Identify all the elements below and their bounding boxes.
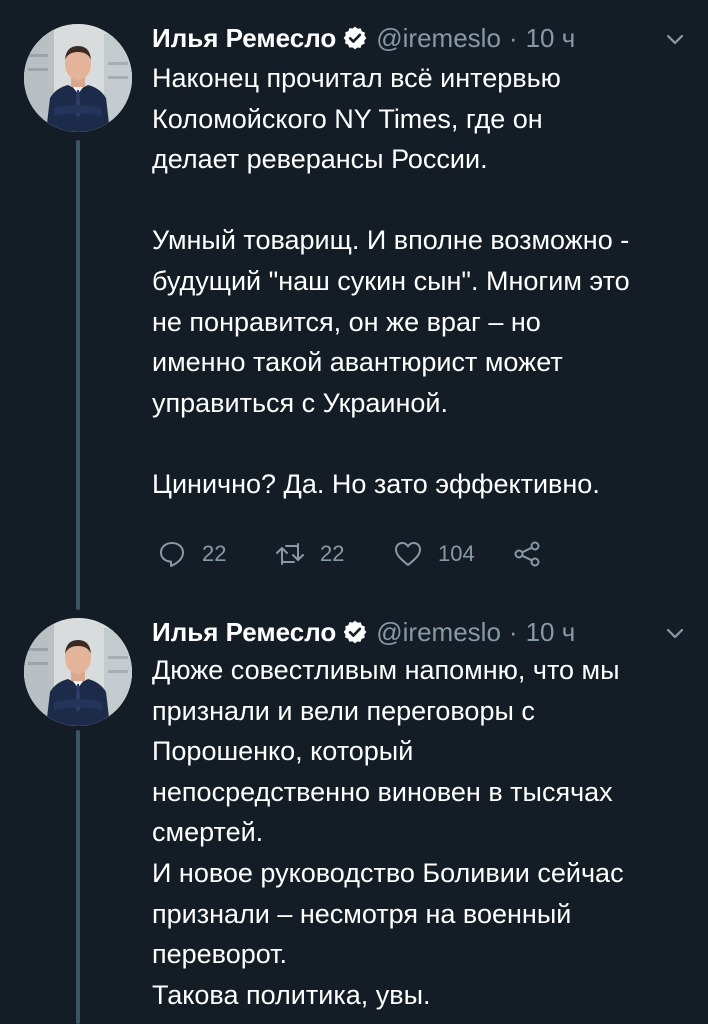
tweet[interactable]: Илья Ремесло @iremeslo · 10 ч Дюже совес… — [0, 596, 708, 1024]
reply-button[interactable]: 22 — [156, 538, 238, 570]
retweet-button[interactable]: 22 — [274, 538, 356, 570]
tweet-actions: 22 22 104 — [156, 536, 579, 572]
tweet-header: Илья Ремесло @iremeslo · 10 ч — [152, 612, 688, 652]
avatar-photo — [24, 24, 132, 132]
thread-line — [76, 730, 80, 1024]
like-button[interactable]: 104 — [392, 538, 475, 570]
tweet-header: Илья Ремесло @iremeslo · 10 ч — [152, 18, 688, 58]
thread-line — [76, 140, 80, 610]
reply-count: 22 — [202, 541, 227, 566]
retweet-icon — [276, 543, 304, 565]
tweet-text: Наконец прочитал всё интервью Коломойско… — [152, 63, 630, 499]
avatar[interactable] — [24, 618, 132, 726]
reply-icon — [160, 542, 184, 567]
tweet[interactable]: Илья Ремесло @iremeslo · 10 ч Наконец пр… — [0, 0, 708, 610]
share-button[interactable] — [511, 538, 543, 570]
separator-dot: · — [508, 616, 518, 647]
avatar[interactable] — [24, 24, 132, 132]
share-icon — [514, 541, 540, 567]
chevron-down-icon[interactable] — [664, 26, 686, 48]
author-handle[interactable]: @iremeslo — [376, 23, 501, 54]
retweet-count: 22 — [320, 541, 345, 566]
like-count: 104 — [438, 541, 475, 566]
verified-badge-icon — [342, 25, 368, 51]
author-name[interactable]: Илья Ремесло — [152, 23, 336, 54]
tweet-time[interactable]: 10 ч — [526, 617, 576, 648]
verified-badge-icon — [342, 619, 368, 645]
author-handle[interactable]: @iremeslo — [376, 617, 501, 648]
avatar-photo — [24, 618, 132, 726]
chevron-down-icon[interactable] — [664, 620, 686, 642]
heart-icon — [395, 542, 421, 566]
tweet-time[interactable]: 10 ч — [526, 23, 576, 54]
tweet-text: Дюже совестливым напомню, что мы признал… — [152, 655, 624, 1010]
author-name[interactable]: Илья Ремесло — [152, 617, 336, 648]
separator-dot: · — [508, 22, 518, 53]
